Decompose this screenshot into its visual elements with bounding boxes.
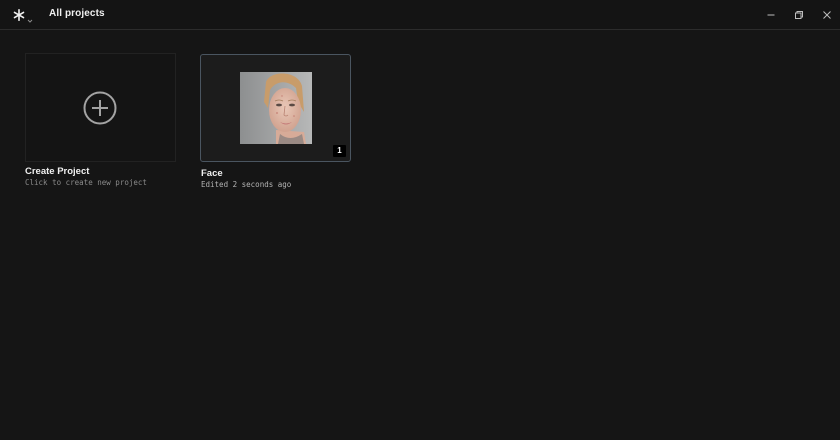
minimize-icon[interactable] bbox=[762, 6, 780, 24]
restore-icon[interactable] bbox=[790, 6, 808, 24]
face-portrait-thumbnail bbox=[240, 72, 312, 144]
page-title: All projects bbox=[49, 8, 105, 19]
image-count-badge: 1 bbox=[333, 145, 346, 157]
create-project-title[interactable]: Create Project bbox=[25, 166, 89, 177]
project-title[interactable]: Face bbox=[201, 168, 223, 179]
asterisk-star-icon[interactable] bbox=[13, 8, 25, 21]
chevron-down-icon[interactable] bbox=[27, 11, 33, 23]
plus-circle-icon bbox=[83, 91, 117, 125]
project-card-face[interactable]: 1 bbox=[200, 54, 351, 162]
close-icon[interactable] bbox=[818, 6, 836, 24]
project-edited-time: Edited 2 seconds ago bbox=[201, 180, 292, 189]
create-project-card[interactable] bbox=[25, 53, 176, 162]
title-bar: All projects bbox=[0, 0, 840, 30]
create-project-subtitle: Click to create new project bbox=[25, 178, 147, 187]
